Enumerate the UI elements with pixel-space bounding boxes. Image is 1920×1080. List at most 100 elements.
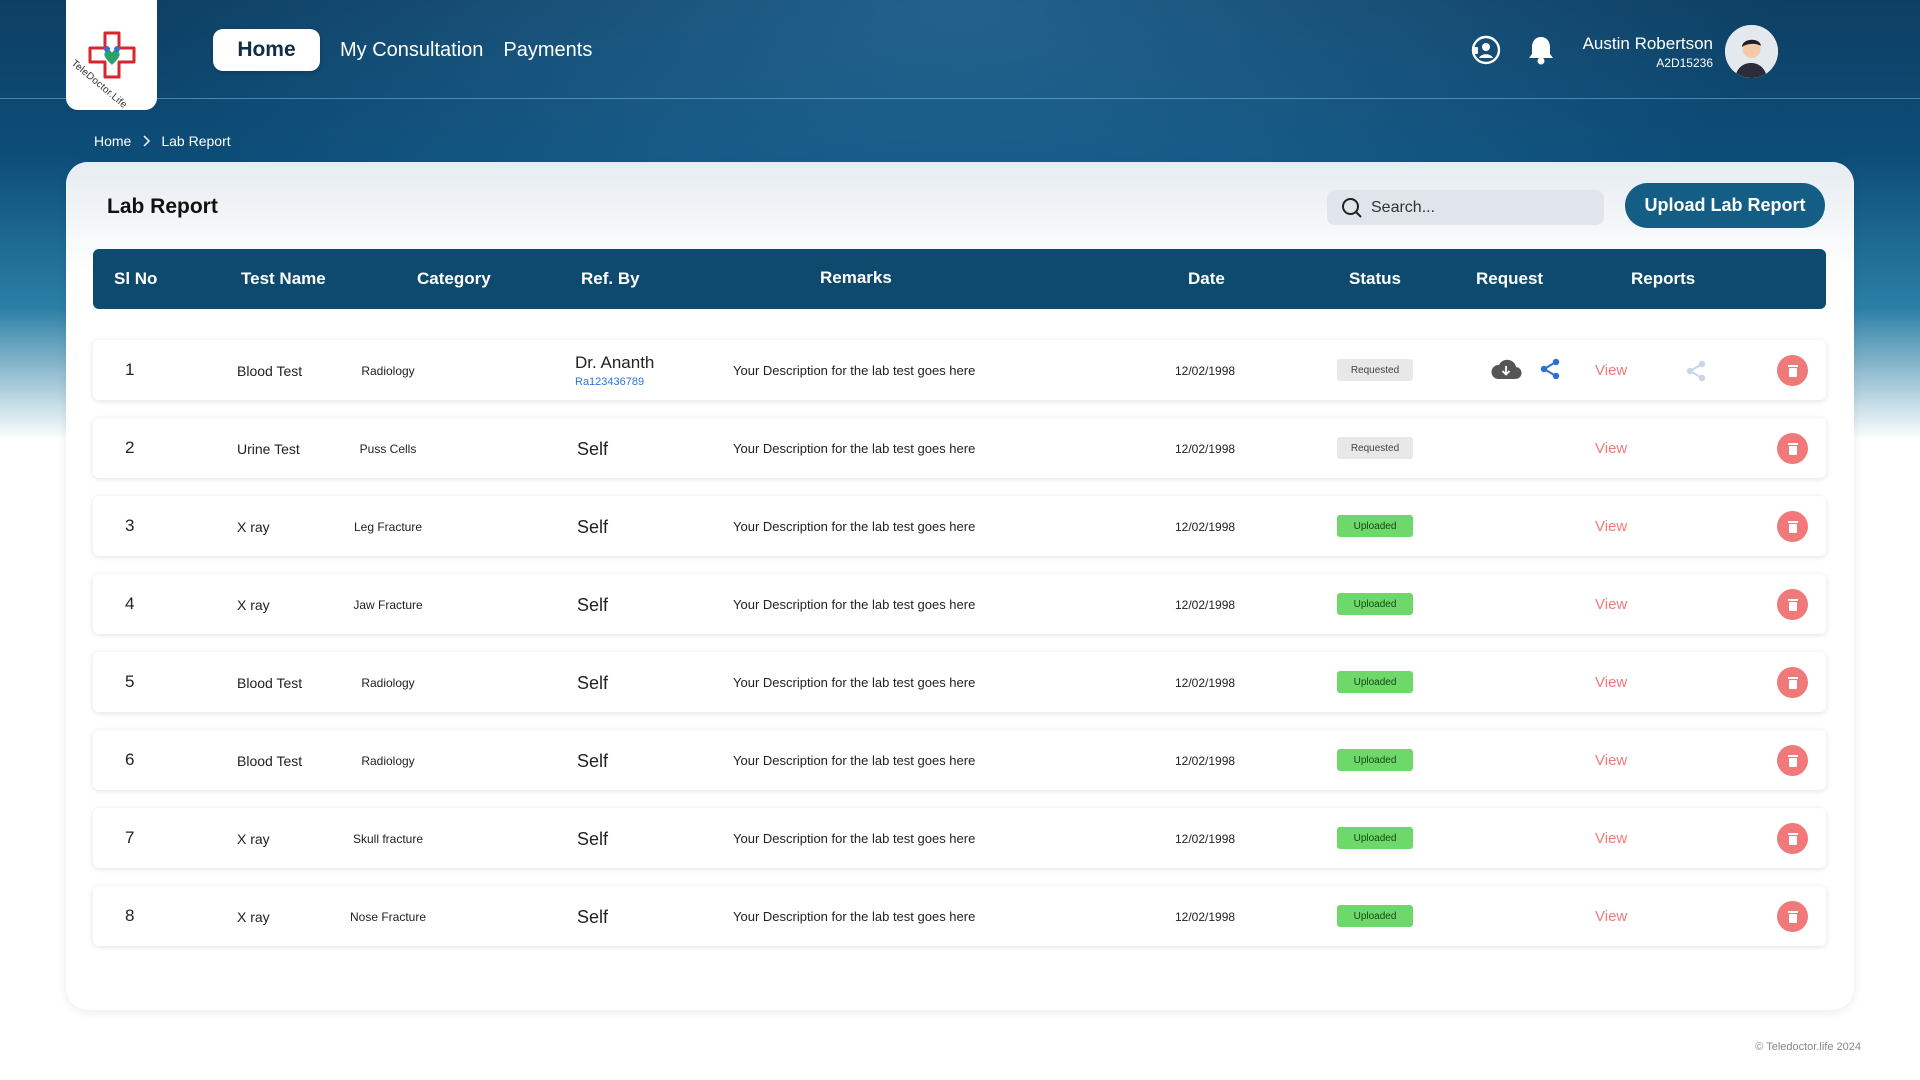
support-icon[interactable] [1470, 34, 1502, 71]
top-navigation-bar: TeleDoctor.Life Home My Consultation Pay… [0, 0, 1920, 111]
cell-category: Jaw Fracture [353, 598, 423, 612]
status-badge: Requested [1337, 437, 1413, 459]
search-box[interactable] [1327, 190, 1604, 225]
share-icon[interactable] [1539, 358, 1561, 380]
delete-button[interactable] [1777, 901, 1808, 932]
nav-payments-link[interactable]: Payments [503, 39, 592, 62]
delete-button[interactable] [1777, 433, 1808, 464]
nav-consultation-link[interactable]: My Consultation [340, 39, 483, 62]
trash-icon [1787, 598, 1798, 611]
cell-date: 12/02/1998 [1175, 910, 1236, 924]
cell-ref-by: Self [577, 517, 609, 537]
cell-category: Puss Cells [359, 442, 417, 456]
upload-lab-report-button[interactable]: Upload Lab Report [1625, 183, 1825, 228]
status-badge: Requested [1337, 359, 1413, 381]
status-badge: Uploaded [1337, 827, 1413, 849]
cell-sl-no: 6 [125, 750, 135, 769]
view-report-link[interactable]: View [1595, 752, 1627, 769]
cloud-download-icon[interactable] [1490, 357, 1522, 383]
cell-remarks: Your Description for the lab test goes h… [733, 597, 976, 612]
status-badge: Uploaded [1337, 593, 1413, 615]
status-badge: Uploaded [1337, 671, 1413, 693]
logo[interactable]: TeleDoctor.Life [66, 0, 157, 111]
view-report-link[interactable]: View [1595, 830, 1627, 847]
breadcrumb-home-link[interactable]: Home [94, 133, 131, 149]
delete-button[interactable] [1777, 511, 1808, 542]
status-badge: Uploaded [1337, 515, 1413, 537]
main-nav: Home My Consultation Payments [213, 29, 592, 71]
view-report-link[interactable]: View [1595, 674, 1627, 691]
cell-sl-no: 1 [125, 360, 135, 379]
search-icon [1342, 197, 1362, 218]
cell-remarks: Your Description for the lab test goes h… [733, 909, 976, 924]
cell-ref-id-link[interactable]: Ra123436789 [575, 376, 644, 388]
delete-button[interactable] [1777, 589, 1808, 620]
cell-remarks: Your Description for the lab test goes h… [733, 831, 976, 846]
header-category: Category [417, 269, 491, 288]
breadcrumb-current: Lab Report [161, 133, 231, 149]
trash-icon [1787, 364, 1798, 377]
footer-copyright: © Teledoctor.life 2024 [1755, 1041, 1861, 1053]
cell-test-name: Blood Test [237, 675, 303, 691]
avatar[interactable] [1725, 25, 1778, 78]
status-badge: Uploaded [1337, 749, 1413, 771]
view-report-link[interactable]: View [1595, 362, 1627, 379]
cell-remarks: Your Description for the lab test goes h… [733, 363, 976, 378]
cell-ref-by: Self [577, 595, 609, 615]
header-remarks: Remarks [820, 268, 892, 287]
user-name[interactable]: Austin Robertson [1583, 34, 1713, 54]
cell-remarks: Your Description for the lab test goes h… [733, 675, 976, 690]
delete-button[interactable] [1777, 745, 1808, 776]
header-ref-by: Ref. By [581, 269, 640, 288]
chevron-right-icon [143, 135, 151, 147]
view-report-link[interactable]: View [1595, 440, 1627, 457]
delete-button[interactable] [1777, 355, 1808, 386]
share-report-icon[interactable] [1685, 360, 1707, 382]
cell-ref-by: Dr. Ananth [575, 353, 655, 372]
search-input[interactable] [1371, 198, 1591, 217]
cell-category: Radiology [361, 676, 415, 690]
cell-ref-by: Self [577, 829, 609, 849]
cell-sl-no: 4 [125, 594, 135, 613]
cell-ref-by: Self [577, 673, 609, 693]
nav-home-button[interactable]: Home [213, 29, 320, 71]
cell-remarks: Your Description for the lab test goes h… [733, 753, 976, 768]
cell-sl-no: 3 [125, 516, 135, 535]
cell-category: Leg Fracture [353, 520, 423, 534]
header-request: Request [1476, 269, 1544, 288]
table-row: 3 X ray Leg Fracture Self Your Descripti… [93, 496, 1826, 556]
view-report-link[interactable]: View [1595, 518, 1627, 535]
header-status: Status [1349, 269, 1401, 288]
cell-ref-by: Self [577, 907, 609, 927]
cell-sl-no: 7 [125, 828, 135, 847]
cell-test-name: Urine Test [237, 441, 300, 457]
cell-category: Radiology [361, 754, 415, 768]
cell-date: 12/02/1998 [1175, 598, 1236, 612]
cell-sl-no: 5 [125, 672, 135, 691]
view-report-link[interactable]: View [1595, 908, 1627, 925]
table-row: 2 Urine Test Puss Cells Self Your Descri… [93, 418, 1826, 478]
delete-button[interactable] [1777, 823, 1808, 854]
status-badge: Uploaded [1337, 905, 1413, 927]
cell-date: 12/02/1998 [1175, 832, 1236, 846]
bell-icon[interactable] [1526, 34, 1556, 71]
page-title: Lab Report [107, 195, 218, 218]
cell-sl-no: 8 [125, 906, 135, 925]
trash-icon [1787, 910, 1798, 923]
cell-ref-by: Self [577, 439, 609, 459]
header-sl-no: Sl No [114, 269, 158, 288]
table-row: 4 X ray Jaw Fracture Self Your Descripti… [93, 574, 1826, 634]
header-test-name: Test Name [241, 269, 326, 288]
cell-test-name: X ray [237, 597, 270, 613]
user-id: A2D15236 [1656, 56, 1713, 70]
table-row: 1 Blood Test Radiology Dr. Ananth Ra1234… [93, 340, 1826, 400]
cell-test-name: Blood Test [237, 753, 303, 769]
delete-button[interactable] [1777, 667, 1808, 698]
cell-date: 12/02/1998 [1175, 442, 1236, 456]
table-row: 6 Blood Test Radiology Self Your Descrip… [93, 730, 1826, 790]
view-report-link[interactable]: View [1595, 596, 1627, 613]
header-reports: Reports [1631, 269, 1696, 288]
cell-date: 12/02/1998 [1175, 520, 1236, 534]
breadcrumb: Home Lab Report [94, 133, 231, 149]
cell-category: Nose Fracture [349, 910, 427, 924]
